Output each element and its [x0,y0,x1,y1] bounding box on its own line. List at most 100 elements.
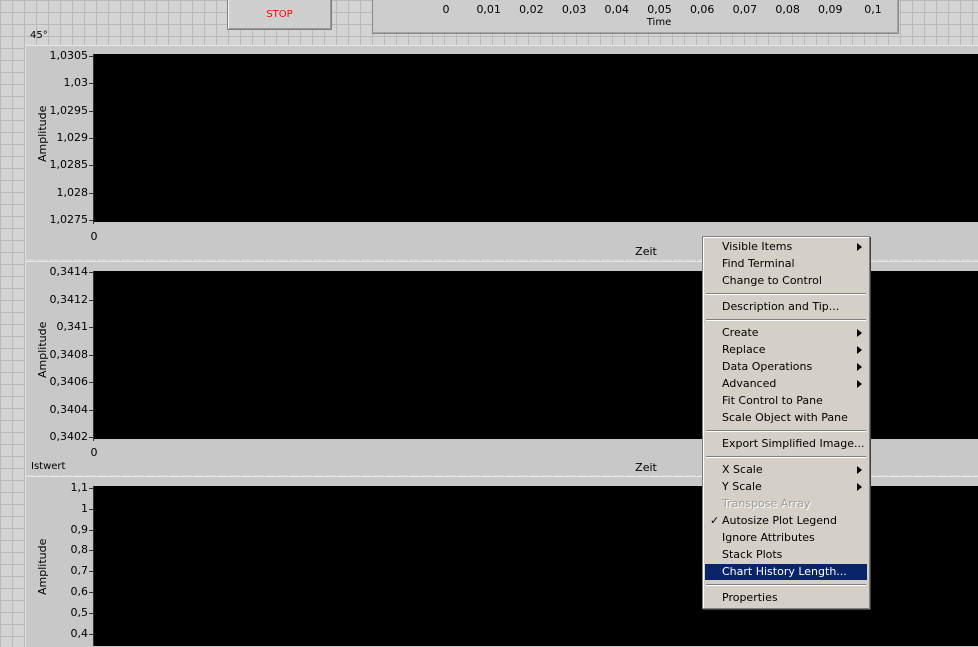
menu-item-export-simplified-image[interactable]: Export Simplified Image... [705,436,867,452]
chart3-y-tick-mark [89,508,93,510]
top-chart-axis-panel: 0 0,01 0,02 0,03 0,04 0,05 0,06 0,07 0,08 0,09 0,1… [372,0,899,34]
chart1-y-tick-mark [89,192,93,194]
checkmark-icon: ✓ [710,514,720,527]
chart1-y-tick-label: 1,0285 [49,158,89,172]
submenu-arrow-icon [857,483,862,491]
chart3-y-tick-label: 0,6 [70,585,89,598]
menu-item-replace[interactable]: Replace [705,342,867,358]
chart-1-y-label: Amplitude [36,105,49,162]
top-chart-x-tick: 0,04 [604,3,630,16]
stop-button-label: STOP [266,8,293,20]
chart2-y-tick-label: 0,341 [56,320,89,333]
menu-item-transpose-array: Transpose Array [705,496,867,512]
chart3-y-tick-label: 1 [81,501,88,515]
menu-item-data-operations[interactable]: Data Operations [705,359,867,375]
chart-3-y-label: Amplitude [36,538,49,595]
submenu-arrow-icon [857,363,862,371]
menu-item-label: Data Operations [722,360,813,373]
chart1-y-tick-label: 1,03 [63,76,89,90]
menu-item-find-terminal[interactable]: Find Terminal [705,256,867,272]
chart2-y-tick-mark [89,409,93,411]
menu-item-autosize-plot-legend[interactable]: ✓ Autosize Plot Legend [705,513,867,529]
chart-1-plot-area[interactable] [94,54,978,222]
menu-item-label: Visible Items [722,240,793,253]
chart1-y-tick-label: 1,028 [56,185,89,199]
top-chart-x-tick: 0,07 [732,3,758,16]
menu-item-description-and-tip[interactable]: Description and Tip... [705,299,867,315]
chart3-y-tick-mark [89,612,93,614]
top-chart-x-tick: 0,01 [476,3,501,16]
top-chart-x-label: Time [646,17,672,28]
chart3-y-tick-mark [89,571,93,573]
stop-button[interactable]: STOP [227,0,332,30]
chart3-y-tick-mark [89,592,93,593]
menu-item-visible-items[interactable]: Visible Items [705,239,867,255]
chart2-y-tick-label: 0,3406 [49,375,89,388]
menu-separator [706,430,866,432]
top-chart-x-tick: 0,08 [775,3,800,16]
menu-item-label: Change to Control [722,274,822,287]
menu-item-label: Fit Control to Pane [722,394,823,407]
chart1-y-tick-label: 1,0275 [49,212,89,226]
menu-item-label: Export Simplified Image... [722,437,865,450]
menu-item-y-scale[interactable]: Y Scale [705,479,867,495]
submenu-arrow-icon [857,346,862,354]
chart3-y-tick-label: 0,9 [70,522,89,536]
submenu-arrow-icon [857,243,862,251]
chart-2-x-start: 0 [90,446,98,459]
chart2-y-tick-label: 0,3408 [49,347,89,361]
top-chart-x-tick: 0,03 [561,3,587,16]
chart1-y-tick-label: 1,0305 [49,49,89,62]
chart3-y-tick-label: 0,8 [70,543,89,557]
chart-1-x-label: Zeit [635,245,657,258]
chart2-y-tick-mark [89,327,93,328]
menu-separator [706,456,866,458]
chart1-y-tick-mark [89,56,93,57]
menu-item-x-scale[interactable]: X Scale [705,462,867,478]
menu-item-ignore-attributes[interactable]: Ignore Attributes [705,530,867,546]
chart3-y-tick-label: 0,5 [70,605,89,619]
menu-separator [706,584,866,586]
menu-item-advanced[interactable]: Advanced [705,376,867,392]
chart3-y-tick-label: 0,4 [70,626,89,640]
angle-label: 45° [30,30,48,41]
menu-item-chart-history-length[interactable]: Chart History Length... [705,564,867,580]
chart2-y-tick-label: 0,3414 [49,265,89,278]
chart3-y-tick-mark [89,550,93,552]
top-chart-x-tick: 0,09 [818,3,843,16]
menu-item-label: Scale Object with Pane [722,411,848,424]
chart-2-y-label: Amplitude [36,321,49,378]
menu-item-fit-control-to-pane[interactable]: Fit Control to Pane [705,393,867,409]
chart-1-y-axis [93,54,94,224]
chart1-y-tick-mark [89,165,93,167]
submenu-arrow-icon [857,466,862,474]
menu-item-label: Ignore Attributes [722,531,815,544]
waveform-chart-1[interactable]: 1,0305 1,03 1,0295 1,029 1,0285 1,028 1,0275 A… [25,45,978,259]
chart2-y-tick-mark [89,382,93,383]
menu-item-create[interactable]: Create [705,325,867,341]
menu-item-label: Description and Tip... [722,300,840,313]
chart1-y-tick-mark [89,83,93,85]
chart-2-y-axis [93,271,94,441]
chart1-y-tick-mark [89,110,93,112]
top-chart-x-tick: 0 [442,3,450,16]
menu-item-stack-plots[interactable]: Stack Plots [705,547,867,563]
menu-item-scale-object-with-pane[interactable]: Scale Object with Pane [705,410,867,426]
menu-item-label: Transpose Array [722,497,811,510]
chart-context-menu: Visible Items Find Terminal Change to Cont… [702,236,870,609]
top-chart-x-tick: 0,06 [689,3,715,16]
menu-item-properties[interactable]: Properties [705,590,867,606]
menu-item-label: Autosize Plot Legend [722,514,838,527]
top-chart-x-tick: 0,05 [647,3,672,16]
chart3-y-tick-label: 1,1 [70,481,89,494]
menu-item-label: Find Terminal [722,257,795,270]
chart2-y-tick-mark [89,299,93,301]
menu-item-label: Properties [722,591,778,604]
chart3-y-tick-mark [89,488,93,489]
menu-item-label: Stack Plots [722,548,783,561]
chart1-y-tick-label: 1,0295 [49,103,89,117]
chart2-y-tick-mark [89,437,93,438]
menu-item-change-to-control[interactable]: Change to Control [705,273,867,289]
top-chart-x-tick: 0,02 [519,3,544,16]
menu-item-label: X Scale [722,463,763,476]
